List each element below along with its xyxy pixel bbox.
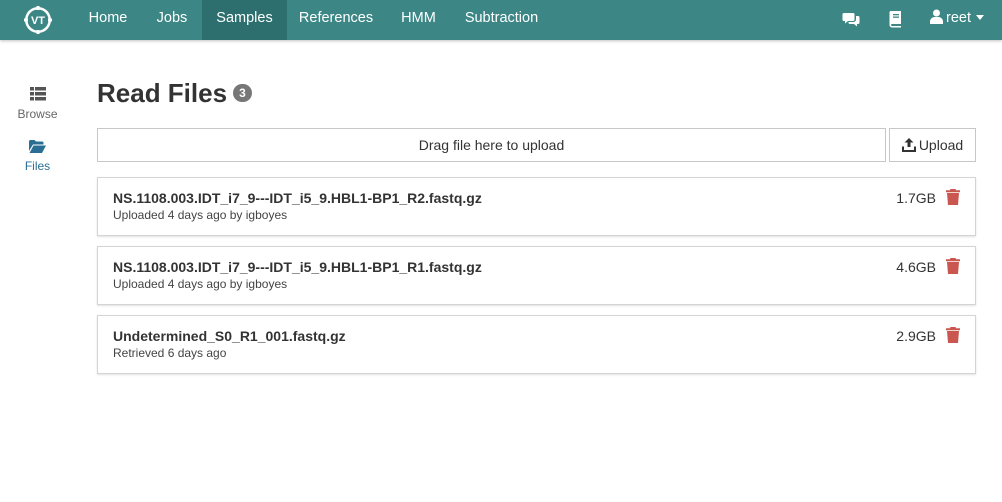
nav-hmm[interactable]: HMM (391, 0, 446, 40)
nav-jobs[interactable]: Jobs (145, 0, 199, 40)
nav-references[interactable]: References (290, 0, 382, 40)
nav-home[interactable]: Home (78, 0, 138, 40)
sidebar-item-label: Files (24, 159, 51, 173)
folder-open-icon (29, 140, 46, 153)
file-size: 2.9GB (896, 328, 936, 344)
file-meta: Uploaded 4 days ago by igboyes (113, 277, 288, 291)
username: reet (946, 10, 971, 26)
file-size: 4.6GB (896, 259, 936, 275)
page-title-text: Read Files (97, 78, 228, 108)
book-icon[interactable] (887, 10, 905, 28)
user-menu[interactable]: reet (930, 0, 984, 40)
file-name: NS.1108.003.IDT_i7_9---IDT_i5_9.HBL1-BP1… (113, 259, 482, 275)
file-meta: Retrieved 6 days ago (113, 346, 227, 360)
file-row[interactable]: NS.1108.003.IDT_i7_9---IDT_i5_9.HBL1-BP1… (97, 177, 976, 236)
upload-dropzone[interactable]: Drag file here to upload (97, 128, 886, 162)
file-row[interactable]: Undetermined_S0_R1_001.fastq.gz Retrieve… (97, 315, 976, 374)
file-size: 1.7GB (896, 190, 936, 206)
page-title: Read Files 3 (97, 78, 252, 109)
file-name: NS.1108.003.IDT_i7_9---IDT_i5_9.HBL1-BP1… (113, 190, 482, 206)
sidebar-item-files[interactable]: Files (10, 140, 65, 173)
file-name: Undetermined_S0_R1_001.fastq.gz (113, 328, 346, 344)
upload-icon (901, 138, 916, 152)
logo-text: VT (31, 15, 45, 27)
file-meta: Uploaded 4 days ago by igboyes (113, 208, 288, 222)
chat-icon[interactable] (842, 10, 860, 28)
top-navbar: VT Home Jobs Samples References HMM Subt… (0, 0, 1002, 40)
user-icon (930, 9, 943, 24)
file-count-badge: 3 (233, 84, 252, 102)
trash-icon[interactable] (946, 189, 960, 205)
sidebar-item-label: Browse (17, 107, 58, 121)
trash-icon[interactable] (946, 258, 960, 274)
nav-subtraction[interactable]: Subtraction (456, 0, 547, 40)
upload-button[interactable]: Upload (889, 128, 976, 162)
file-row[interactable]: NS.1108.003.IDT_i7_9---IDT_i5_9.HBL1-BP1… (97, 246, 976, 305)
nav-samples[interactable]: Samples (202, 0, 287, 40)
chevron-down-icon (976, 15, 984, 20)
list-icon (29, 87, 46, 101)
upload-button-label: Upload (918, 137, 964, 153)
virtool-logo-icon[interactable]: VT (24, 6, 52, 34)
trash-icon[interactable] (946, 327, 960, 343)
sidebar-item-browse[interactable]: Browse (10, 87, 65, 121)
